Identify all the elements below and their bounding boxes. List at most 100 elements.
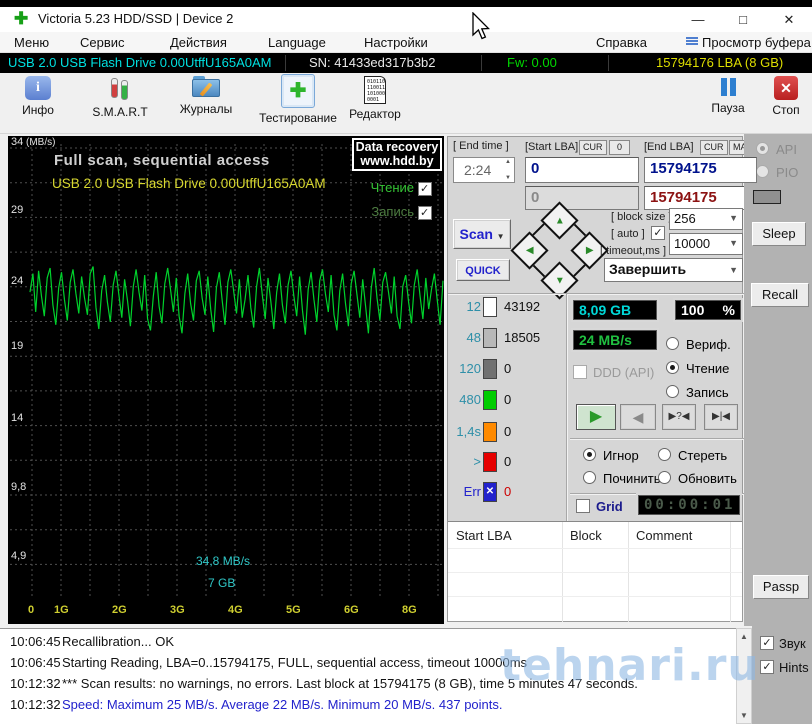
divider bbox=[448, 293, 744, 294]
read-label: Чтение bbox=[686, 361, 730, 376]
write-radio[interactable] bbox=[666, 385, 679, 398]
scroll-down-icon[interactable]: ▼ bbox=[737, 708, 751, 723]
refresh-label: Обновить bbox=[678, 471, 737, 486]
pause-button[interactable]: Пауза bbox=[702, 76, 754, 132]
passp-button[interactable]: Passp bbox=[753, 575, 809, 599]
info-button[interactable]: i Инфо bbox=[10, 76, 66, 132]
start-cur-button[interactable]: CUR bbox=[579, 140, 607, 155]
log-text: Starting Reading, LBA=0..15794175, FULL,… bbox=[62, 655, 528, 670]
bucket-label: > bbox=[473, 454, 481, 469]
y-tick: 9,8 bbox=[11, 481, 27, 493]
back-icon: ◀ bbox=[632, 409, 644, 425]
left-arrow-icon: ◀ bbox=[525, 244, 534, 256]
spin-down-icon[interactable]: ▼ bbox=[505, 175, 511, 181]
refresh-radio[interactable] bbox=[658, 471, 671, 484]
step-back-button[interactable]: ◀ bbox=[620, 404, 656, 430]
folder-pencil-icon bbox=[192, 76, 220, 99]
read-checkbox[interactable]: ✓ bbox=[417, 182, 432, 196]
current-position-annotation: 7 GB bbox=[208, 576, 236, 590]
grid-label: Grid bbox=[596, 499, 623, 514]
read-radio[interactable] bbox=[666, 361, 679, 374]
menu-item-menu[interactable]: Меню bbox=[14, 35, 49, 50]
ignore-radio[interactable] bbox=[583, 448, 596, 461]
bucket-count: 18505 bbox=[504, 330, 541, 345]
menu-item-help[interactable]: Справка bbox=[596, 35, 647, 50]
write-checkbox[interactable]: ✓ bbox=[417, 206, 432, 220]
y-axis-unit: (MB/s) bbox=[26, 137, 56, 148]
scan-button[interactable]: Scan ▼ bbox=[453, 219, 511, 249]
verify-radio[interactable] bbox=[666, 337, 679, 350]
x-tick: 2G bbox=[112, 604, 127, 616]
error-x-swatch: ✕ bbox=[483, 482, 497, 502]
speed-display: 24 MB/s bbox=[571, 328, 659, 352]
promo-line2: www.hdd.by bbox=[360, 154, 434, 168]
end-time-spinner[interactable]: 2:24 ▲ ▼ bbox=[453, 157, 515, 183]
menu-item-buffer-view[interactable]: Просмотр буфера bbox=[702, 35, 811, 50]
journals-button[interactable]: Журналы bbox=[172, 76, 240, 132]
defect-table[interactable]: Start LBA Block Comment bbox=[448, 521, 742, 622]
start-lba-input[interactable]: 0 bbox=[525, 157, 639, 183]
mouse-cursor bbox=[472, 12, 491, 40]
menu-item-actions[interactable]: Действия bbox=[170, 35, 227, 50]
menu-item-settings[interactable]: Настройки bbox=[364, 35, 428, 50]
start-zero-button[interactable]: 0 bbox=[609, 140, 631, 155]
divider bbox=[448, 548, 742, 549]
minimize-button[interactable]: — bbox=[681, 7, 715, 32]
bucket-count: 0 bbox=[504, 361, 512, 376]
write-label: Запись bbox=[686, 385, 729, 400]
bucket-count: 0 bbox=[504, 392, 512, 407]
seek-end-button[interactable]: ▶|◀ bbox=[704, 404, 738, 430]
close-button[interactable]: ✕ bbox=[772, 7, 806, 32]
ignore-label: Игнор bbox=[603, 448, 639, 463]
repair-radio[interactable] bbox=[583, 471, 596, 484]
block-size-combo[interactable]: 256 ▼ bbox=[669, 208, 743, 230]
end-lba-input[interactable]: 15794175 bbox=[644, 157, 757, 183]
x-tick: 3G bbox=[170, 604, 185, 616]
sleep-button[interactable]: Sleep bbox=[752, 222, 806, 246]
menu-item-service[interactable]: Сервис bbox=[80, 35, 125, 50]
seek-question-button[interactable]: ▶?◀ bbox=[662, 404, 696, 430]
smart-label: S.M.A.R.T bbox=[92, 105, 148, 119]
testing-button-selected[interactable]: ✚ Тестирование bbox=[254, 74, 342, 130]
menu-bar: Меню Сервис Действия Language Настройки … bbox=[0, 32, 812, 53]
right-arrow-icon: ▶ bbox=[585, 244, 594, 256]
bucket-color-swatch bbox=[483, 452, 497, 472]
quick-button[interactable]: QUICK bbox=[456, 259, 510, 281]
end-lba-row2-input[interactable]: 15794175 bbox=[644, 186, 757, 210]
erase-radio[interactable] bbox=[658, 448, 671, 461]
stop-button[interactable]: ✕ Стоп bbox=[764, 76, 808, 132]
pause-label: Пауза bbox=[711, 101, 745, 115]
stop-label: Стоп bbox=[772, 103, 800, 117]
x-tick: 5G bbox=[286, 604, 301, 616]
log-text: Recallibration... OK bbox=[62, 634, 174, 649]
maximize-button[interactable]: □ bbox=[726, 7, 760, 32]
device-capacity: 15794176 LBA (8 GB) bbox=[656, 55, 784, 70]
bucket-label: 48 bbox=[466, 330, 481, 345]
auto-checkbox[interactable]: ✓ bbox=[651, 226, 665, 240]
ddd-label: DDD (API) bbox=[593, 365, 655, 380]
timeout-combo[interactable]: 10000 ▼ bbox=[669, 233, 743, 255]
bucket-color-swatch bbox=[483, 297, 497, 317]
chevron-down-icon: ▼ bbox=[729, 238, 738, 248]
bucket-label: 1,4s bbox=[456, 424, 481, 439]
after-scan-action-combo[interactable]: Завершить ▼ bbox=[604, 258, 743, 282]
editor-button[interactable]: 010110 110011 101000 0001 Редактор bbox=[346, 76, 404, 132]
end-cur-button[interactable]: CUR bbox=[700, 140, 728, 155]
smart-button[interactable]: S.M.A.R.T bbox=[86, 76, 154, 132]
x-tick: 8G bbox=[402, 604, 417, 616]
divider bbox=[448, 596, 742, 597]
scan-speed-graph: 34 (MB/s) 29 24 19 14 9,8 4,9 0 1G 2G 3G… bbox=[8, 136, 444, 624]
app-icon: ✚ bbox=[14, 9, 29, 28]
api-radio bbox=[756, 142, 769, 155]
grid-checkbox[interactable] bbox=[576, 499, 590, 513]
log-time: 10:12:32 bbox=[10, 697, 61, 712]
divider bbox=[285, 55, 286, 71]
divider bbox=[570, 438, 744, 439]
start-test-button[interactable]: ▶ bbox=[576, 404, 616, 430]
graph-subtitle: USB 2.0 USB Flash Drive 0.00UtffU165A0AM bbox=[52, 176, 326, 191]
menu-item-language[interactable]: Language bbox=[268, 35, 326, 50]
bucket-count: 43192 bbox=[504, 299, 541, 314]
recall-button[interactable]: Recall bbox=[751, 283, 809, 307]
down-arrow-icon: ▼ bbox=[554, 275, 565, 286]
spin-up-icon[interactable]: ▲ bbox=[505, 159, 511, 165]
